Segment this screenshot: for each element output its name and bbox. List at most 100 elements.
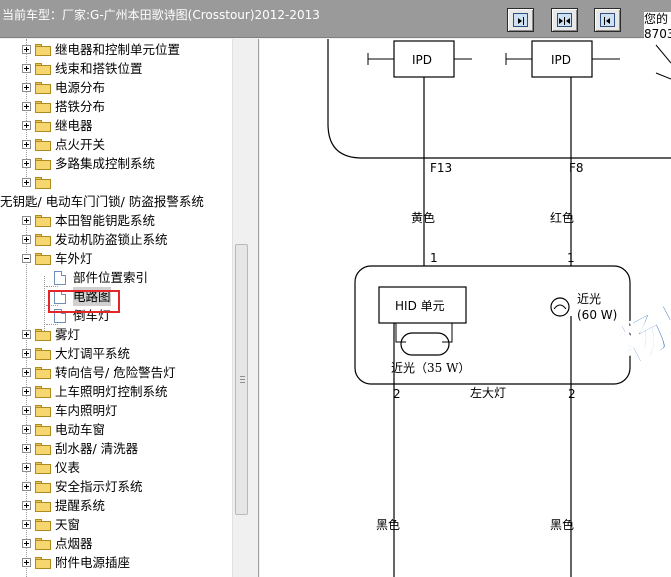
tree-item-folder[interactable]: 天窗 — [0, 515, 232, 534]
tree-item-folder[interactable]: 雾灯 — [0, 325, 232, 344]
folder-icon — [35, 120, 51, 132]
selection-highlight — [48, 290, 120, 313]
tree-item-folder[interactable]: 搭铁分布 — [0, 97, 232, 116]
tree-item-folder[interactable]: 发动机防盗锁止系统 — [0, 230, 232, 249]
tree-item-folder[interactable]: 继电器和控制单元位置 — [0, 40, 232, 59]
wire-color-red: 红色 — [550, 210, 574, 225]
tree-item-folder[interactable]: 仪表 — [0, 458, 232, 477]
expand-icon[interactable] — [22, 444, 31, 453]
tree-item-folder[interactable]: 车外灯 — [0, 249, 232, 268]
tree-item-label: 多路集成控制系统 — [55, 156, 156, 171]
tree-item-folder[interactable]: 附件电源插座 — [0, 553, 232, 572]
expand-icon[interactable] — [22, 140, 31, 149]
pin-right-top: 1 — [567, 251, 575, 265]
folder-icon — [35, 443, 51, 455]
tree-item-label: 本田智能钥匙系统 — [55, 213, 156, 228]
expand-icon[interactable] — [22, 482, 31, 491]
tree-item-folder[interactable]: 点烟器 — [0, 534, 232, 553]
document-icon — [54, 271, 66, 285]
panel-split-icon — [557, 13, 572, 27]
tree-item-category[interactable]: 无钥匙/ 电动车门门锁/ 防盗报警系统 — [0, 192, 232, 211]
tree-item-folder[interactable]: 大灯调平系统 — [0, 344, 232, 363]
tree-item-folder[interactable]: 多路集成控制系统 — [0, 154, 232, 173]
tree-item-folder[interactable]: 车内照明灯 — [0, 401, 232, 420]
fuse-right-label: F8 — [569, 161, 584, 175]
tree-item-folder[interactable]: 点火开关 — [0, 135, 232, 154]
tree-item-label: 点烟器 — [55, 536, 93, 551]
collapse-icon[interactable] — [22, 254, 31, 263]
vehicle-title: 当前车型：厂家:G-广州本田歌诗图(Crosstour)2012-2013 — [2, 8, 320, 22]
panel-left-icon — [513, 13, 528, 27]
expand-icon[interactable] — [22, 178, 31, 187]
fuse-left-label: F13 — [430, 161, 452, 175]
tree-item-label: 继电器和控制单元位置 — [55, 42, 181, 57]
tree-item-label: 安全指示灯系统 — [55, 479, 143, 494]
expand-icon[interactable] — [22, 159, 31, 168]
folder-icon — [35, 63, 51, 75]
expand-icon[interactable] — [22, 539, 31, 548]
tree-item-folder[interactable]: 刮水器/ 清洗器 — [0, 439, 232, 458]
folder-icon — [35, 234, 51, 246]
expand-icon[interactable] — [22, 349, 31, 358]
expand-icon[interactable] — [22, 368, 31, 377]
tree-item-doc[interactable]: 部件位置索引 — [0, 268, 232, 287]
low-beam-bulb — [550, 297, 570, 317]
tree-item-folder[interactable]: 安全指示灯系统 — [0, 477, 232, 496]
tree-item-label: 搭铁分布 — [55, 99, 106, 114]
side-note-line-1: 您的 — [644, 12, 669, 26]
expand-icon[interactable] — [22, 558, 31, 567]
scrollbar-thumb[interactable] — [235, 244, 248, 515]
tree-item-folder[interactable]: 电动车窗 — [0, 420, 232, 439]
low-beam-label: 近光 — [577, 292, 601, 306]
tree-item-label: 附件电源插座 — [55, 555, 131, 570]
expand-icon[interactable] — [22, 501, 31, 510]
folder-icon — [35, 462, 51, 474]
folder-icon — [35, 215, 51, 227]
folder-icon — [35, 158, 51, 170]
expand-icon[interactable] — [22, 235, 31, 244]
tree-item-label: 天窗 — [55, 517, 81, 532]
expand-icon[interactable] — [22, 102, 31, 111]
tree-item-label: 大灯调平系统 — [55, 346, 131, 361]
expand-icon[interactable] — [22, 387, 31, 396]
hid-bulb — [400, 332, 450, 356]
expand-icon[interactable] — [22, 45, 31, 54]
split-view-button[interactable] — [551, 8, 578, 32]
expand-icon[interactable] — [22, 406, 31, 415]
expand-icon[interactable] — [22, 121, 31, 130]
hid-unit-label: HID 单元 — [395, 299, 445, 313]
folder-icon — [35, 139, 51, 151]
expand-icon[interactable] — [22, 83, 31, 92]
tree-item-folder[interactable]: 线束和搭铁位置 — [0, 59, 232, 78]
expand-icon[interactable] — [22, 463, 31, 472]
folder-icon — [35, 101, 51, 113]
expand-icon[interactable] — [22, 520, 31, 529]
tree-item-folder[interactable]: 继电器 — [0, 116, 232, 135]
folder-icon — [35, 405, 51, 417]
expand-icon[interactable] — [22, 216, 31, 225]
folder-icon — [35, 538, 51, 550]
collapse-left-button[interactable] — [507, 8, 534, 32]
tree-item-folder[interactable]: 上车照明灯控制系统 — [0, 382, 232, 401]
panel-splitter[interactable] — [249, 39, 259, 577]
tree-item-label: 继电器 — [55, 118, 93, 133]
tree-item-folder[interactable] — [0, 173, 232, 192]
tree-item-folder[interactable]: 转向信号/ 危险警告灯 — [0, 363, 232, 382]
collapse-right-button[interactable] — [594, 8, 621, 32]
tree-scrollbar[interactable] — [232, 39, 249, 577]
pin-left-bottom: 2 — [393, 387, 401, 401]
side-note: 您的 8703 — [644, 12, 671, 42]
expand-icon[interactable] — [22, 425, 31, 434]
tree-item-folder[interactable]: 本田智能钥匙系统 — [0, 211, 232, 230]
tree-item-folder[interactable]: 电源分布 — [0, 78, 232, 97]
folder-icon — [35, 481, 51, 493]
tree-item-label: 线束和搭铁位置 — [55, 61, 143, 76]
tree-item-label: 电动车窗 — [55, 422, 106, 437]
expand-icon[interactable] — [22, 330, 31, 339]
folder-icon — [35, 424, 51, 436]
pin-left-top: 1 — [430, 251, 438, 265]
folder-icon — [35, 44, 51, 56]
wiring-diagram: IPD IPD F13 F8 黄色 红色 1 1 HID 单元 近光 (60 W… — [260, 39, 671, 577]
tree-item-folder[interactable]: 提醒系统 — [0, 496, 232, 515]
expand-icon[interactable] — [22, 64, 31, 73]
